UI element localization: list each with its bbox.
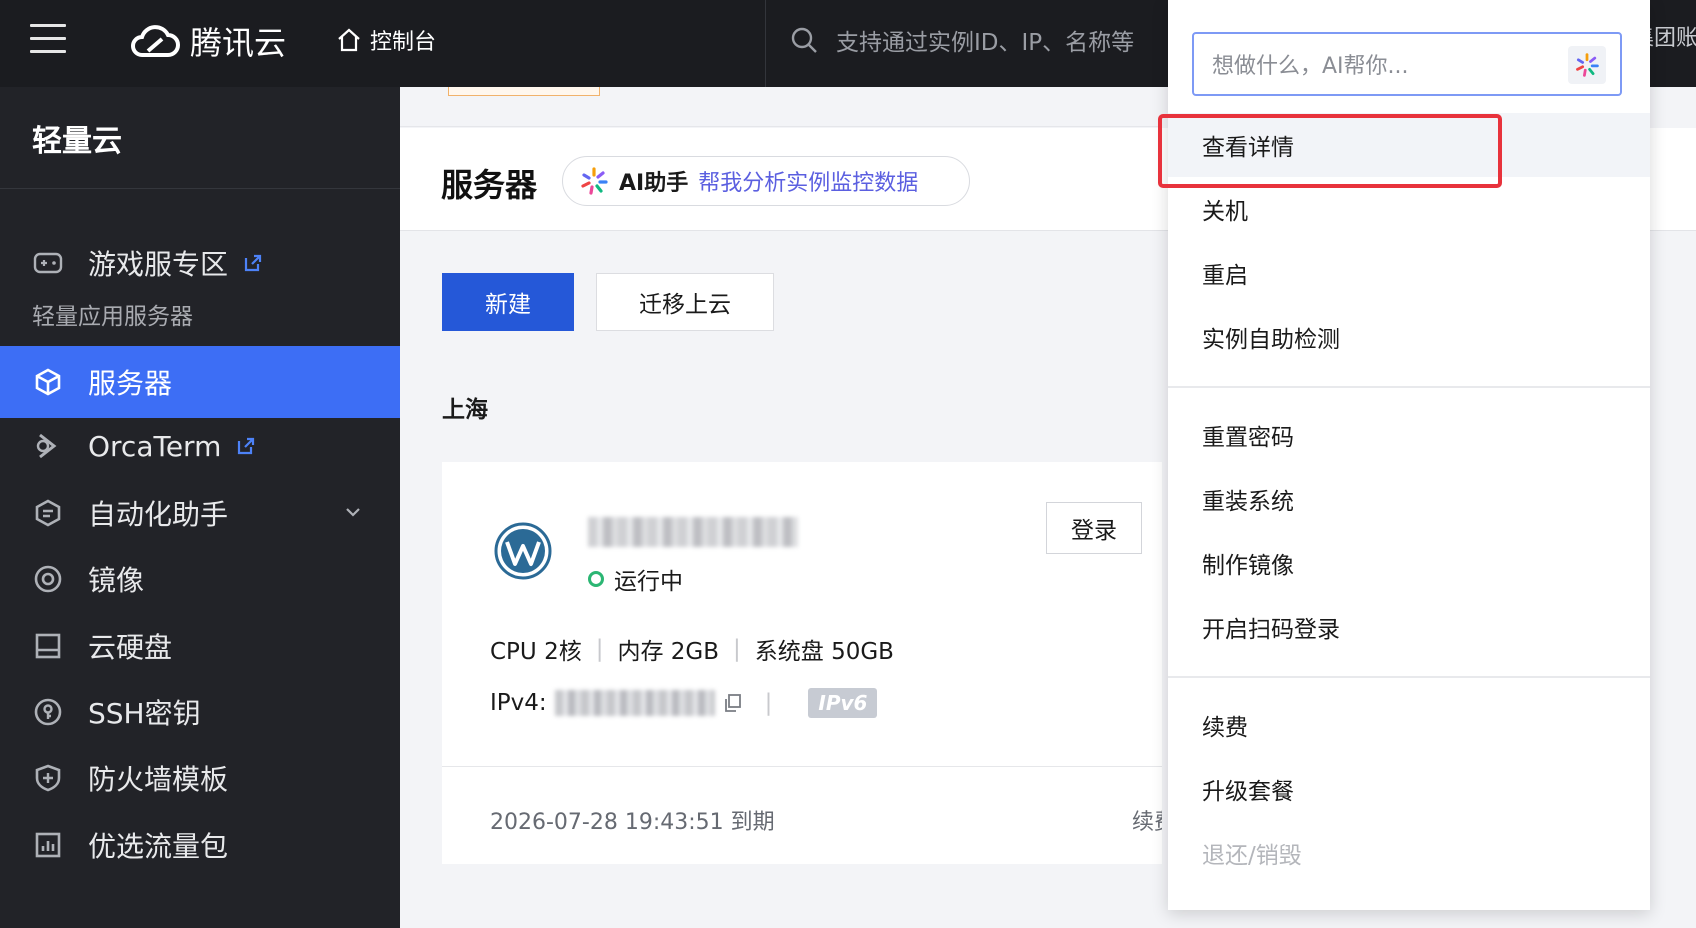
sidebar-item-label: 游戏服专区 xyxy=(88,248,229,281)
sidebar-item-label: 防火墙模板 xyxy=(88,763,229,796)
chevron-down-icon[interactable] xyxy=(344,503,362,521)
menu-item-self-check[interactable]: 实例自助检测 xyxy=(1168,305,1650,369)
menu-item-restart[interactable]: 重启 xyxy=(1168,241,1650,305)
region-label: 上海 xyxy=(442,397,488,423)
sidebar-item-label: 服务器 xyxy=(88,367,173,400)
terminal-icon xyxy=(32,430,64,462)
expiry-date: 2026-07-28 19:43:51 到期 xyxy=(490,810,775,835)
menu-item-qr-login[interactable]: 开启扫码登录 xyxy=(1168,595,1650,659)
sidebar-item-cloud-disks[interactable]: 云硬盘 xyxy=(0,610,400,682)
sidebar-item-game-zone[interactable]: 游戏服专区 xyxy=(0,227,400,299)
sidebar-item-images[interactable]: 镜像 xyxy=(0,543,400,615)
create-button[interactable]: 新建 xyxy=(442,273,574,331)
menu-icon[interactable] xyxy=(30,24,66,54)
sidebar-item-label: 优选流量包 xyxy=(88,830,229,863)
ai-sparkle-icon[interactable] xyxy=(1568,46,1606,84)
ipv4-row: IPv4: | IPv6 xyxy=(490,688,878,718)
instance-status: 运行中 xyxy=(588,562,683,596)
card-divider xyxy=(442,766,1162,767)
sidebar-item-label: 云硬盘 xyxy=(88,631,173,664)
status-dot-icon xyxy=(588,571,604,587)
notice-box xyxy=(448,87,600,96)
console-label: 控制台 xyxy=(370,30,437,55)
home-icon xyxy=(338,28,360,52)
sidebar-group-label: 轻量应用服务器 xyxy=(32,304,193,330)
sidebar-item-label: 自动化助手 xyxy=(88,498,229,531)
cube-icon xyxy=(32,366,64,398)
menu-item-return-destroy: 退还/销毁 xyxy=(1202,843,1302,869)
menu-item-reinstall-system[interactable]: 重装系统 xyxy=(1168,467,1650,531)
menu-divider xyxy=(1168,386,1650,388)
menu-item-renew[interactable]: 续费 xyxy=(1168,693,1650,757)
cloud-logo-icon xyxy=(131,25,180,57)
sidebar-item-servers[interactable]: 服务器 xyxy=(0,346,400,418)
menu-item-reset-password[interactable]: 重置密码 xyxy=(1168,403,1650,467)
menu-divider xyxy=(1168,676,1650,678)
sidebar-item-label: SSH密钥 xyxy=(88,697,201,730)
ipv4-label: IPv4: xyxy=(490,690,547,716)
menu-item-view-details[interactable]: 查看详情 xyxy=(1168,113,1650,177)
instance-name-redacted[interactable] xyxy=(588,517,798,547)
external-link-icon xyxy=(238,437,255,455)
ai-prompt: 帮我分析实例监控数据 xyxy=(698,171,919,196)
ai-label: AI助手 xyxy=(619,171,689,196)
status-text: 运行中 xyxy=(614,569,683,595)
sidebar-item-label: OrcaTerm xyxy=(88,429,222,463)
disc-icon xyxy=(32,563,64,595)
brand-name: 腾讯云 xyxy=(190,24,287,62)
console-link[interactable]: 控制台 xyxy=(336,18,436,62)
gamepad-icon xyxy=(32,247,64,279)
instance-actions-menu: 想做什么，AI帮你... 查看详情 关机 重启 实例自助检测 重置密码 重装系统… xyxy=(1168,0,1650,910)
renew-link[interactable]: 续费 xyxy=(1132,804,1162,836)
migrate-button[interactable]: 迁移上云 xyxy=(596,273,774,331)
ipv4-address-redacted xyxy=(554,690,715,716)
sidebar: 轻量云 游戏服专区 轻量应用服务器 服务器 OrcaTerm 自动化助手 镜像 xyxy=(0,87,400,928)
sidebar-item-label: 镜像 xyxy=(88,564,145,597)
external-link-icon xyxy=(244,254,262,272)
disk-icon xyxy=(32,630,64,662)
disk-spec: 系统盘 50GB xyxy=(754,639,894,665)
copy-icon[interactable] xyxy=(723,693,743,713)
ai-command-input[interactable]: 想做什么，AI帮你... xyxy=(1192,32,1622,96)
chart-icon xyxy=(32,829,64,861)
brand-logo[interactable]: 腾讯云 xyxy=(128,16,286,66)
ai-input-placeholder: 想做什么，AI帮你... xyxy=(1212,54,1409,79)
global-search[interactable]: 支持通过实例ID、IP、名称等 xyxy=(790,18,1134,62)
menu-item-shutdown[interactable]: 关机 xyxy=(1168,177,1650,241)
sidebar-item-firewall-templates[interactable]: 防火墙模板 xyxy=(0,742,400,814)
sidebar-item-automation[interactable]: 自动化助手 xyxy=(0,477,400,549)
shield-icon xyxy=(32,762,64,794)
automation-icon xyxy=(32,497,64,529)
sidebar-item-traffic-packages[interactable]: 优选流量包 xyxy=(0,809,400,881)
memory-spec: 内存 2GB xyxy=(617,639,720,665)
sidebar-item-orcaterm[interactable]: OrcaTerm xyxy=(0,410,400,482)
notice-strip xyxy=(400,87,1160,127)
sidebar-item-ssh-keys[interactable]: SSH密钥 xyxy=(0,676,400,748)
ai-assistant-pill[interactable]: AI助手 帮我分析实例监控数据 xyxy=(562,156,970,206)
key-icon xyxy=(32,696,64,728)
cpu-spec: CPU 2核 xyxy=(490,639,582,665)
topbar-divider xyxy=(765,0,766,87)
instance-specs: CPU 2核 | 内存 2GB | 系统盘 50GB xyxy=(490,632,894,666)
instance-card: 运行中 登录 CPU 2核 | 内存 2GB | 系统盘 50GB IPv4: … xyxy=(442,462,1162,864)
login-button[interactable]: 登录 xyxy=(1046,502,1142,554)
wordpress-icon xyxy=(494,522,552,580)
search-placeholder: 支持通过实例ID、IP、名称等 xyxy=(836,30,1135,56)
menu-item-upgrade-plan[interactable]: 升级套餐 xyxy=(1168,757,1650,821)
page-title: 服务器 xyxy=(441,166,538,204)
ai-sparkle-icon xyxy=(581,167,608,195)
menu-item-create-image[interactable]: 制作镜像 xyxy=(1168,531,1650,595)
sidebar-title: 轻量云 xyxy=(0,87,400,189)
ipv6-badge: IPv6 xyxy=(808,688,878,718)
search-icon xyxy=(791,27,817,53)
